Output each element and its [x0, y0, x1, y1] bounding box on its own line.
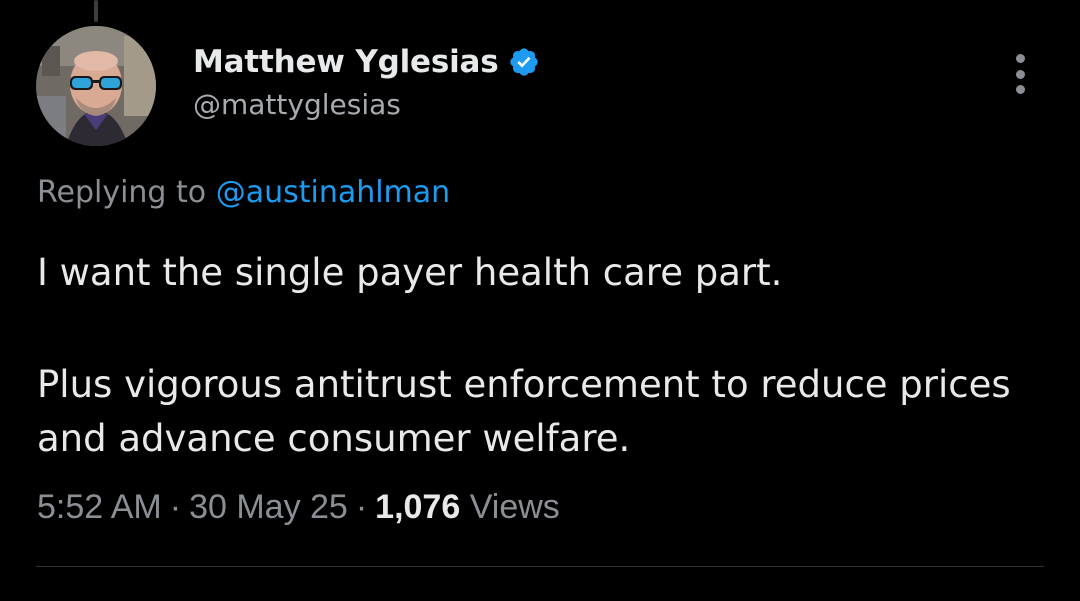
tweet-time[interactable]: 5:52 AM: [37, 488, 162, 526]
tweet-metadata: 5:52 AM · 30 May 25 · 1,076 Views: [37, 488, 560, 527]
replying-to-label: Replying to: [37, 175, 207, 210]
author-name-row: Matthew Yglesias: [193, 38, 540, 86]
tweet-date[interactable]: 30 May 25: [189, 488, 348, 526]
tweet-paragraph: Plus vigorous antitrust enforcement to r…: [37, 363, 1011, 460]
views-count[interactable]: 1,076: [375, 488, 460, 526]
author-display-name[interactable]: Matthew Yglesias: [193, 44, 499, 80]
replying-to-line: Replying to @austinahlman: [37, 175, 450, 210]
meta-separator: ·: [355, 488, 368, 526]
more-vertical-icon-dot: [1015, 85, 1025, 94]
more-options-button[interactable]: [1004, 54, 1036, 94]
author-handle[interactable]: @mattyglesias: [193, 88, 540, 121]
thread-connector-line: [94, 0, 98, 22]
tweet-text: I want the single payer health care part…: [37, 246, 1037, 466]
verified-badge-icon[interactable]: [508, 46, 540, 78]
avatar[interactable]: [36, 26, 156, 146]
author-block: Matthew Yglesias @mattyglesias: [193, 38, 540, 148]
tweet-paragraph: I want the single payer health care part…: [37, 251, 783, 294]
reply-mention-link[interactable]: @austinahlman: [216, 175, 451, 210]
more-vertical-icon-dot: [1015, 69, 1025, 79]
more-vertical-icon: [1015, 54, 1025, 63]
meta-separator: ·: [169, 488, 182, 526]
views-label[interactable]: Views: [470, 488, 560, 526]
avatar-photo: [36, 26, 156, 146]
divider: [36, 566, 1044, 567]
